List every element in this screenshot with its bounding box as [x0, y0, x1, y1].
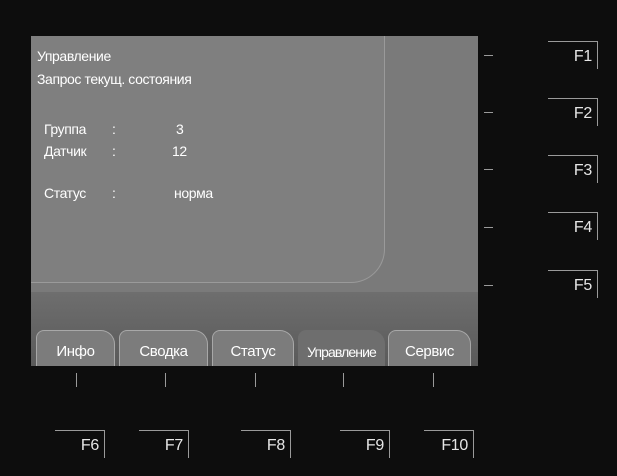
field-sep-group: : [112, 121, 116, 137]
f8-marker [255, 373, 256, 387]
f2-marker [484, 112, 493, 113]
f6-key[interactable]: F6 [55, 430, 105, 458]
field-label-status: Статус [44, 185, 86, 201]
display-screen: Управление Запрос текущ. состояния Групп… [31, 36, 478, 366]
f7-marker [165, 373, 166, 387]
f4-marker [484, 227, 493, 228]
f8-key[interactable]: F8 [241, 430, 291, 458]
f6-marker [76, 373, 77, 387]
tab-summary[interactable]: Сводка [119, 330, 208, 366]
screen-subtitle: Запрос текущ. состояния [37, 71, 192, 87]
field-value-sensor: 12 [172, 143, 187, 159]
f3-key[interactable]: F3 [548, 155, 598, 183]
content-panel: Управление Запрос текущ. состояния Групп… [31, 36, 385, 283]
f10-key[interactable]: F10 [424, 430, 474, 458]
f5-key[interactable]: F5 [548, 270, 598, 298]
tab-info[interactable]: Инфо [36, 330, 115, 366]
tab-service[interactable]: Сервис [388, 330, 471, 366]
f9-key[interactable]: F9 [340, 430, 390, 458]
field-sep-status: : [112, 185, 116, 201]
f1-key[interactable]: F1 [548, 41, 598, 69]
field-label-group: Группа [44, 121, 86, 137]
field-sep-sensor: : [112, 143, 116, 159]
tab-control[interactable]: Управление [298, 330, 385, 366]
f2-key[interactable]: F2 [548, 98, 598, 126]
f9-marker [343, 373, 344, 387]
screen-title: Управление [37, 48, 111, 64]
f3-marker [484, 169, 493, 170]
f5-marker [484, 285, 493, 286]
f1-marker [484, 55, 493, 56]
field-value-status: норма [174, 185, 213, 201]
field-label-sensor: Датчик [44, 143, 87, 159]
tab-status[interactable]: Статус [212, 330, 294, 366]
f7-key[interactable]: F7 [139, 430, 189, 458]
f10-marker [433, 373, 434, 387]
field-value-group: 3 [176, 121, 184, 137]
f4-key[interactable]: F4 [548, 212, 598, 240]
